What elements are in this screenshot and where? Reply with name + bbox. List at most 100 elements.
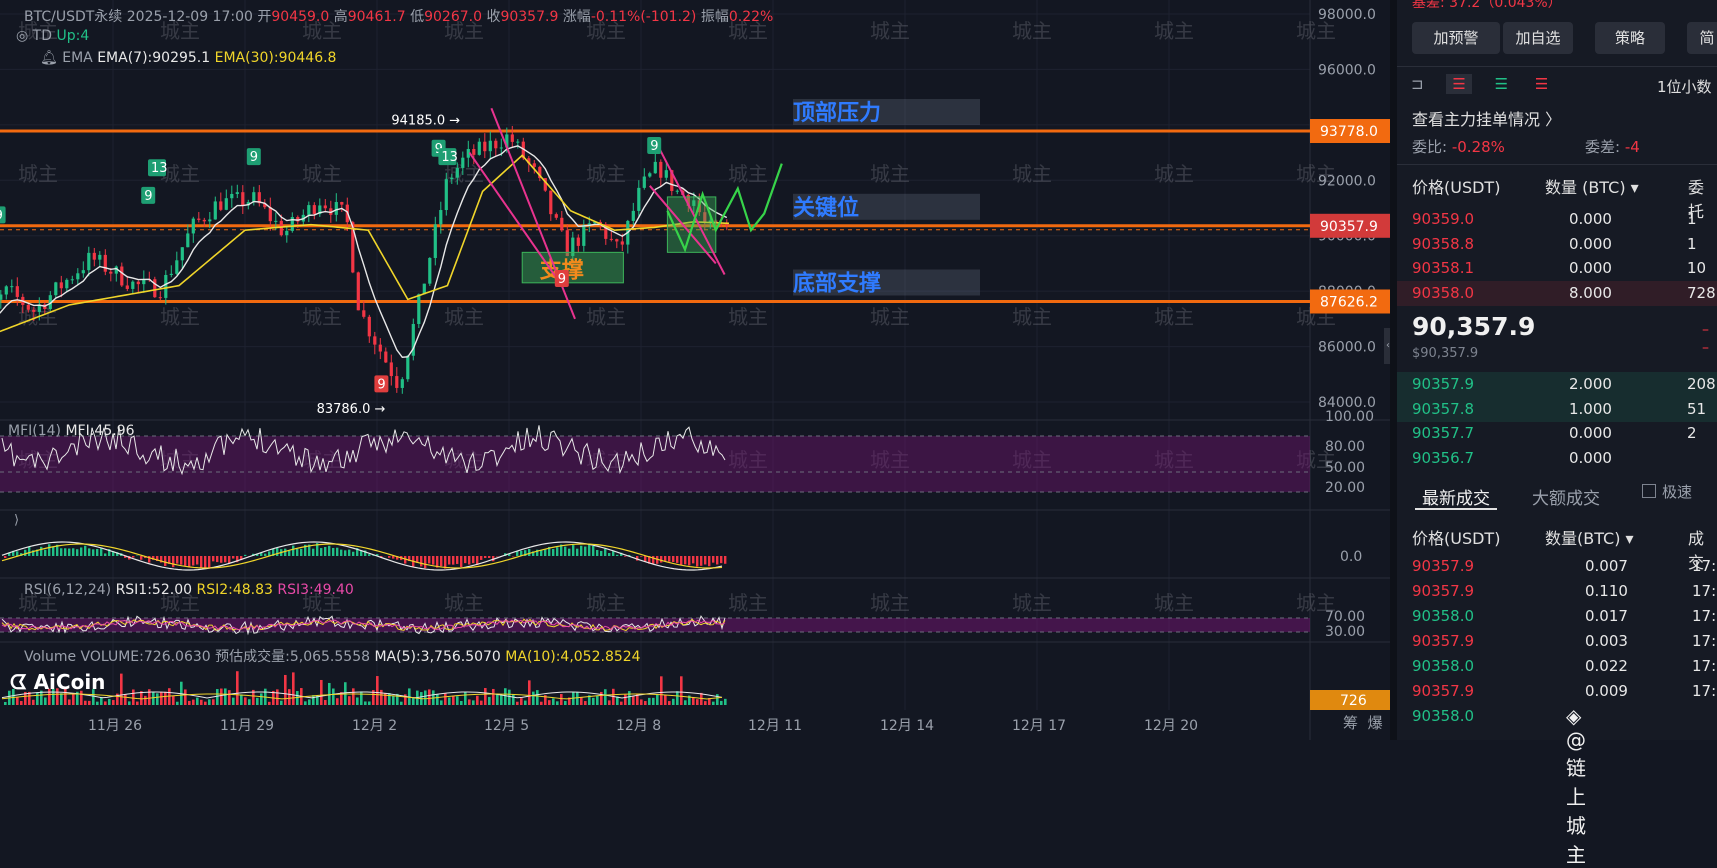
candle-body (434, 224, 437, 258)
macd-bar (80, 547, 82, 556)
panel-divider[interactable] (1390, 0, 1397, 740)
candle-body (131, 282, 134, 289)
simple-button[interactable]: 简 (1687, 22, 1717, 54)
bid-row[interactable]: 90357.81.00051 (1397, 397, 1717, 422)
ask-price: 90358.8 (1412, 232, 1474, 257)
macd-bar (472, 556, 474, 563)
ask-extra: 728 (1687, 281, 1716, 306)
depth-ask-icon[interactable]: ☰ (1535, 75, 1548, 93)
x-tick: 12月 8 (616, 718, 661, 734)
liquidation-label[interactable]: 爆 (1368, 714, 1383, 732)
watermark: 城主 (870, 162, 910, 186)
fast-checkbox[interactable] (1642, 484, 1656, 498)
volume-bar (248, 699, 251, 705)
depth-bid-icon[interactable]: ☰ (1495, 75, 1508, 93)
depth-link[interactable]: 查看主力挂单情况 〉 (1412, 106, 1561, 130)
precision-select[interactable]: 1位小数 (1657, 76, 1712, 97)
candle-body (98, 255, 101, 260)
candle-body (307, 205, 310, 215)
watermark: 城主 (302, 305, 342, 329)
watermark: 城主 (728, 162, 768, 186)
price-tick: 96000.0 (1318, 62, 1376, 78)
ask-row[interactable]: 90358.10.00010 (1397, 256, 1717, 281)
add-watchlist-button[interactable]: 加自选 (1503, 22, 1573, 54)
volume-bar (148, 689, 151, 705)
tab-large-trades[interactable]: 大额成交 (1532, 484, 1600, 509)
volume-bar (224, 688, 227, 705)
depth-both-icon[interactable]: ⊐ (1411, 75, 1424, 93)
candle-body (5, 286, 8, 294)
volume-bar (364, 701, 367, 705)
logo-text: AiCoin (34, 670, 106, 694)
candle-body (478, 142, 481, 155)
volume-bar (228, 690, 231, 705)
bid-row[interactable]: 90357.70.0002 (1397, 421, 1717, 446)
price-annotation: 83786.0 → (317, 402, 386, 417)
volume-bar (44, 697, 47, 705)
td-mark-text: 9 (144, 189, 152, 204)
ask-row[interactable]: 90358.08.000728 (1397, 281, 1717, 306)
add-alert-button[interactable]: 加预警 (1412, 22, 1500, 54)
watermark: 城主 (870, 305, 910, 329)
collapse-icon[interactable]: ⟩ (14, 513, 19, 528)
watermark: 城主 (728, 305, 768, 329)
volume-bar (696, 699, 699, 705)
macd-bar (604, 549, 606, 556)
td-mark-text: 9 (650, 139, 658, 154)
price-chart-svg[interactable]: 98000.096000.094000.092000.090000.088000… (0, 0, 1390, 740)
volume-bar (672, 699, 675, 705)
x-tick: 12月 17 (1012, 718, 1066, 734)
bid-row[interactable]: 90356.70.000 (1397, 446, 1717, 471)
candle-body (203, 220, 206, 221)
volume-bar (172, 696, 175, 705)
volume-bar (332, 689, 335, 705)
macd-bar (440, 556, 442, 566)
ask-row[interactable]: 90359.00.0001 (1397, 207, 1717, 232)
watermark: 城主 (1012, 19, 1052, 43)
macd-bar (680, 556, 682, 565)
volume-bar (580, 697, 583, 705)
strategy-button[interactable]: 策略 (1595, 22, 1665, 54)
macd-bar (332, 548, 334, 556)
macd-bar (196, 556, 198, 564)
chip-label[interactable]: 筹 (1343, 714, 1358, 732)
macd-bar (184, 556, 186, 566)
price-annotation: 94185.0 → (391, 114, 460, 129)
bid-row[interactable]: 90357.92.000208 (1397, 372, 1717, 397)
tab-latest-trades[interactable]: 最新成交 (1422, 484, 1490, 509)
col-qty[interactable]: 数量 (BTC) ▾ (1545, 174, 1639, 198)
macd-bar (176, 556, 178, 564)
candle-body (16, 286, 19, 297)
volume-bar (204, 702, 207, 705)
visibility-icon[interactable]: ◎ (16, 28, 28, 44)
candle-body (362, 310, 365, 317)
macd-bar (44, 550, 46, 556)
candle-body (483, 142, 486, 151)
bid-price: 90357.7 (1412, 421, 1474, 446)
trade-time: 17: (1692, 604, 1716, 629)
bell-icon[interactable]: 🔔︎ (40, 50, 58, 66)
macd-bar (444, 556, 446, 569)
ask-row[interactable]: 90358.80.0001 (1397, 232, 1717, 257)
candle-body (549, 191, 552, 215)
chart-area[interactable]: 98000.096000.094000.092000.090000.088000… (0, 0, 1390, 740)
candle-body (357, 272, 360, 310)
trade-row: 90358.00.01717: (1397, 604, 1717, 629)
macd-bar (40, 547, 42, 556)
macd-bar (676, 556, 678, 563)
macd-bar (28, 547, 30, 556)
macd-bar (460, 556, 462, 567)
macd-bar (232, 556, 234, 559)
volume-bar (288, 689, 291, 705)
high-label: 高 (334, 9, 348, 25)
candle-body (335, 202, 338, 215)
trade-col-qty[interactable]: 数量(BTC) ▾ (1545, 525, 1634, 549)
depth-split-icon[interactable]: ☰ (1446, 74, 1471, 94)
candle-body (236, 192, 239, 194)
volume-bar (524, 701, 527, 705)
watermark: 城主 (586, 305, 626, 329)
rsi2-value: RSI2:48.83 (196, 582, 272, 598)
depth-view-icons: ⊐ ☰ ☰ ☰ (1411, 74, 1548, 94)
macd-bar (612, 551, 614, 556)
watermark: 城主 (728, 591, 768, 615)
